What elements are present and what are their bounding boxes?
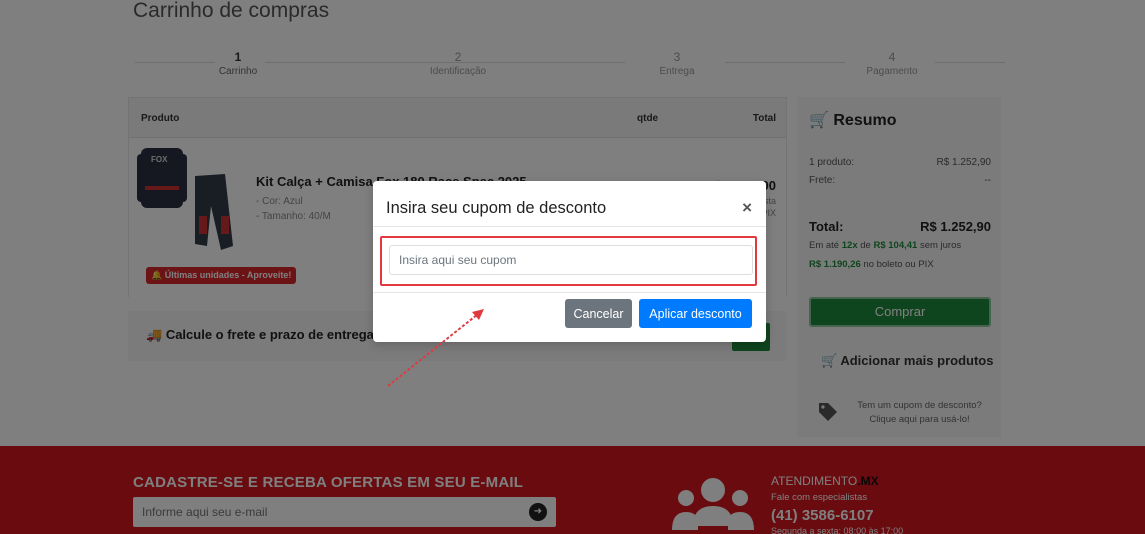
coupon-input[interactable] [389,245,753,275]
cancel-button[interactable]: Cancelar [565,299,632,328]
coupon-input-highlight [380,236,757,286]
modal-title: Insira seu cupom de desconto [386,199,607,217]
apply-discount-button[interactable]: Aplicar desconto [639,299,752,328]
modal-divider [373,226,766,227]
modal-divider [373,292,766,293]
close-icon[interactable]: × [742,198,752,218]
annotation-arrow-icon [387,309,484,387]
